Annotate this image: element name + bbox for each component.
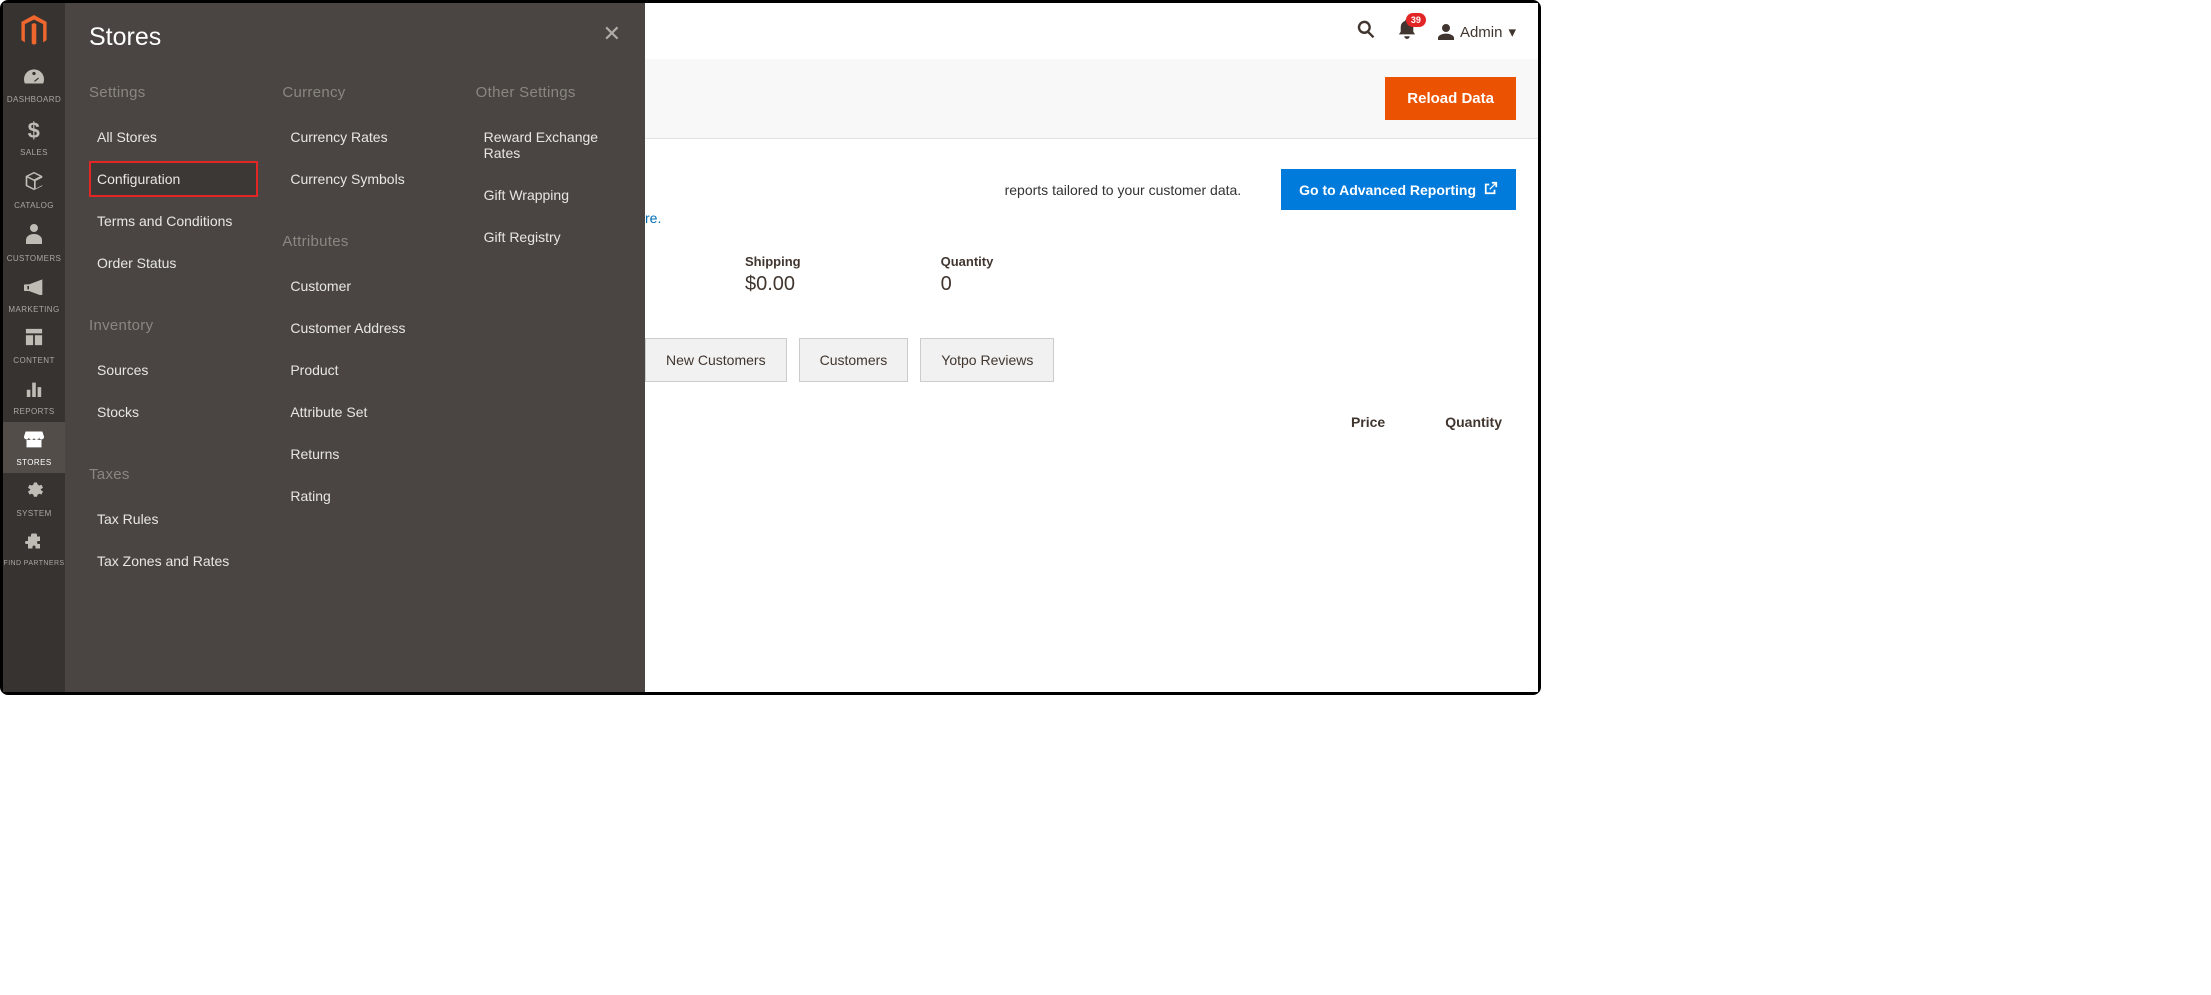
stat-shipping: Shipping $0.00 [745, 254, 801, 296]
flyout-link-tax-zones[interactable]: Tax Zones and Rates [89, 543, 258, 579]
tab-yotpo-reviews[interactable]: Yotpo Reviews [920, 338, 1054, 382]
flyout-heading-currency: Currency [282, 84, 451, 101]
reload-data-button[interactable]: Reload Data [1385, 77, 1516, 120]
dashboard-tabs: New Customers Customers Yotpo Reviews [645, 296, 1538, 382]
advanced-reporting-row: reports tailored to your customer data. … [645, 139, 1538, 210]
sidebar-item-label: CATALOG [14, 201, 54, 210]
caret-down-icon: ▾ [1508, 23, 1516, 41]
stat-quantity: Quantity 0 [941, 254, 994, 296]
stat-value: $0.00 [745, 273, 801, 296]
stat-label: Quantity [941, 254, 994, 269]
sidebar-item-customers[interactable]: CUSTOMERS [3, 216, 65, 269]
bar-chart-icon [25, 379, 43, 403]
link-fragment[interactable]: re. [645, 188, 661, 226]
box-icon [24, 171, 44, 197]
flyout-link-gift-registry[interactable]: Gift Registry [476, 219, 645, 255]
search-icon[interactable] [1356, 19, 1376, 45]
sidebar-item-reports[interactable]: REPORTS [3, 371, 65, 422]
admin-account-menu[interactable]: Admin ▾ [1438, 23, 1516, 41]
sidebar-item-catalog[interactable]: CATALOG [3, 163, 65, 216]
tab-new-customers[interactable]: New Customers [645, 338, 787, 382]
reload-bar: Reload Data [645, 59, 1538, 139]
flyout-link-order-status[interactable]: Order Status [89, 245, 258, 281]
flyout-link-stocks[interactable]: Stocks [89, 394, 258, 430]
sidebar-item-label: CONTENT [13, 356, 54, 365]
user-icon [1438, 24, 1454, 40]
flyout-title: Stores [65, 23, 645, 52]
flyout-link-configuration[interactable]: Configuration [89, 161, 258, 197]
sidebar-item-label: SYSTEM [16, 509, 51, 518]
sidebar-item-label: REPORTS [13, 407, 54, 416]
notifications-badge: 39 [1406, 13, 1426, 27]
advanced-reporting-button-label: Go to Advanced Reporting [1299, 182, 1476, 198]
flyout-link-sources[interactable]: Sources [89, 352, 258, 388]
top-bar: 39 Admin ▾ [645, 3, 1538, 59]
admin-sidebar: DASHBOARD $ SALES CATALOG CUSTOMERS MARK… [3, 3, 65, 692]
flyout-link-currency-rates[interactable]: Currency Rates [282, 119, 451, 155]
stat-label: Shipping [745, 254, 801, 269]
flyout-link-attr-product[interactable]: Product [282, 352, 451, 388]
flyout-link-reward-rates[interactable]: Reward Exchange Rates [476, 119, 645, 171]
flyout-link-attr-rating[interactable]: Rating [282, 478, 451, 514]
stats-row: Shipping $0.00 Quantity 0 [645, 228, 1538, 296]
table-col-price: Price [1351, 414, 1385, 430]
flyout-link-attr-customer[interactable]: Customer [282, 268, 451, 304]
flyout-link-gift-wrapping[interactable]: Gift Wrapping [476, 177, 645, 213]
flyout-link-attr-set[interactable]: Attribute Set [282, 394, 451, 430]
flyout-heading-inventory: Inventory [89, 317, 258, 334]
tab-customers[interactable]: Customers [799, 338, 909, 382]
flyout-link-terms[interactable]: Terms and Conditions [89, 203, 258, 239]
flyout-heading-other: Other Settings [476, 84, 645, 101]
advanced-reporting-button[interactable]: Go to Advanced Reporting [1281, 169, 1516, 210]
dollar-icon: $ [28, 118, 41, 144]
close-icon[interactable]: ✕ [603, 21, 621, 47]
sidebar-item-label: FIND PARTNERS [4, 560, 65, 567]
sidebar-item-stores[interactable]: STORES [3, 422, 65, 473]
flyout-link-currency-symbols[interactable]: Currency Symbols [282, 161, 451, 197]
sidebar-item-marketing[interactable]: MARKETING [3, 269, 65, 320]
sidebar-item-label: CUSTOMERS [7, 254, 62, 263]
main-content: 39 Admin ▾ Reload Data reports tailored … [645, 3, 1538, 692]
flyout-link-all-stores[interactable]: All Stores [89, 119, 258, 155]
sidebar-item-label: MARKETING [8, 305, 59, 314]
admin-label: Admin [1460, 24, 1503, 41]
flyout-link-attr-customer-address[interactable]: Customer Address [282, 310, 451, 346]
sidebar-item-label: SALES [20, 148, 48, 157]
storefront-icon [24, 430, 44, 454]
gear-icon [25, 481, 43, 505]
megaphone-icon [24, 277, 44, 301]
sidebar-item-label: DASHBOARD [7, 95, 61, 104]
layout-icon [25, 328, 43, 352]
magento-logo[interactable] [3, 3, 65, 59]
flyout-heading-attributes: Attributes [282, 233, 451, 250]
notifications-button[interactable]: 39 [1398, 19, 1416, 45]
sidebar-item-content[interactable]: CONTENT [3, 320, 65, 371]
sidebar-item-sales[interactable]: $ SALES [3, 110, 65, 163]
person-icon [26, 224, 42, 250]
sidebar-item-label: STORES [16, 458, 51, 467]
external-link-icon [1484, 181, 1498, 198]
sidebar-item-dashboard[interactable]: DASHBOARD [3, 59, 65, 110]
gauge-icon [24, 67, 44, 91]
sidebar-item-system[interactable]: SYSTEM [3, 473, 65, 524]
flyout-heading-taxes: Taxes [89, 466, 258, 483]
table-header: Price Quantity [645, 382, 1538, 440]
stat-value: 0 [941, 273, 994, 296]
stores-flyout-panel: Stores ✕ Settings All Stores Configurati… [65, 3, 645, 692]
advanced-reporting-text: reports tailored to your customer data. [1005, 182, 1242, 198]
flyout-heading-settings: Settings [89, 84, 258, 101]
sidebar-item-partners[interactable]: FIND PARTNERS [3, 524, 65, 573]
flyout-link-tax-rules[interactable]: Tax Rules [89, 501, 258, 537]
flyout-link-attr-returns[interactable]: Returns [282, 436, 451, 472]
table-col-quantity: Quantity [1445, 414, 1502, 430]
puzzle-icon [25, 532, 43, 556]
